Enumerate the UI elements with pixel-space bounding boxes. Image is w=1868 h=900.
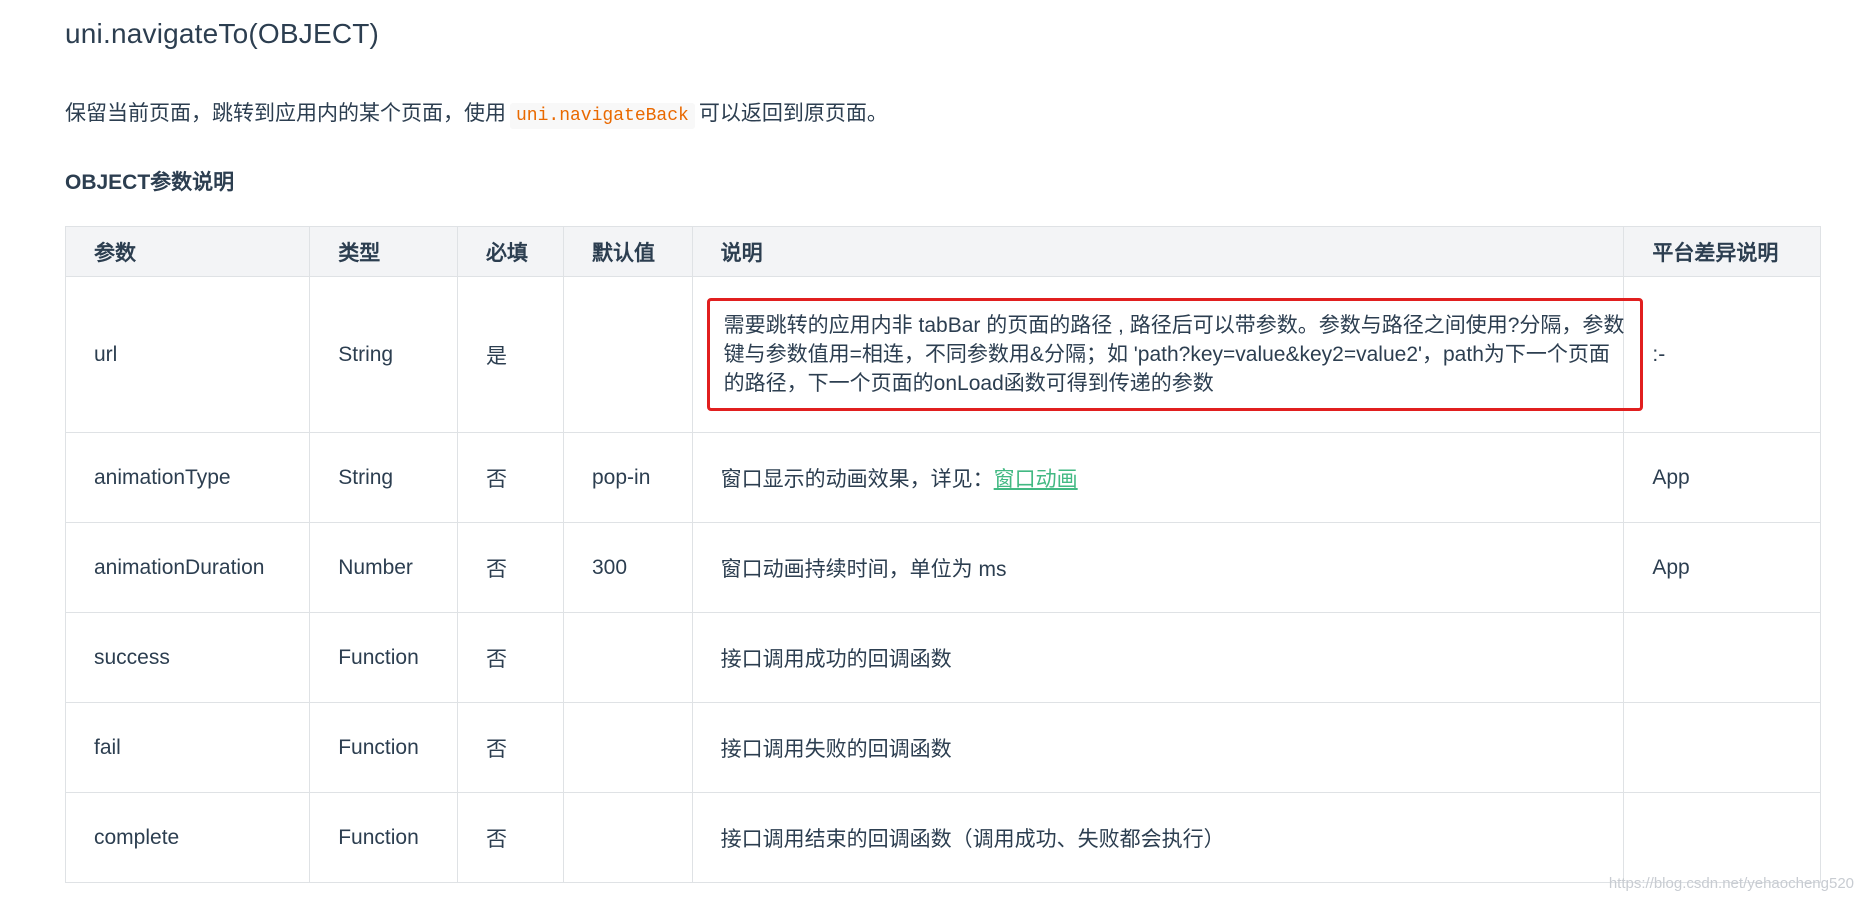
table-row: success Function 否 接口调用成功的回调函数: [64, 612, 1821, 703]
header-param: 参数: [64, 226, 311, 277]
cell-description: 接口调用结束的回调函数（调用成功、失败都会执行）: [691, 792, 1625, 883]
table-row: fail Function 否 接口调用失败的回调函数: [64, 702, 1821, 793]
cell-description: 窗口显示的动画效果，详见：窗口动画: [691, 432, 1625, 523]
header-platform: 平台差异说明: [1623, 226, 1821, 277]
cell-default: [563, 792, 693, 883]
cell-type: String: [309, 432, 458, 523]
header-description: 说明: [691, 226, 1625, 277]
cell-param: animationType: [64, 432, 311, 523]
cell-default: [563, 702, 693, 793]
cell-param: success: [64, 612, 311, 703]
cell-param: animationDuration: [64, 522, 311, 613]
cell-required: 否: [456, 612, 565, 703]
cell-description: 接口调用成功的回调函数: [691, 612, 1625, 703]
cell-default: pop-in: [563, 432, 693, 523]
intro-paragraph: 保留当前页面，跳转到应用内的某个页面，使用 uni.navigateBack 可以返…: [65, 98, 888, 132]
watermark: https://blog.csdn.net/yehaocheng520: [1608, 875, 1854, 892]
cell-type: Function: [309, 612, 458, 703]
cell-default: [563, 276, 693, 433]
params-table: 参数 类型 必填 默认值 说明 平台差异说明 url String 是 需要跳转…: [64, 226, 1821, 883]
cell-type: Function: [309, 702, 458, 793]
cell-description: 接口调用失败的回调函数: [691, 702, 1625, 793]
table-header-row: 参数 类型 必填 默认值 说明 平台差异说明: [64, 226, 1821, 277]
header-type: 类型: [309, 226, 458, 277]
highlighted-description: 需要跳转的应用内非 tabBar 的页面的路径 , 路径后可以带参数。参数与路径…: [706, 298, 1643, 411]
cell-platform: :-: [1623, 276, 1821, 433]
cell-param: url: [64, 276, 311, 433]
cell-param: complete: [64, 792, 311, 883]
cell-default: 300: [563, 522, 693, 613]
table-row: animationDuration Number 否 300 窗口动画持续时间，…: [64, 522, 1821, 613]
description-text: 窗口显示的动画效果，详见：: [720, 467, 994, 491]
cell-platform: App: [1623, 522, 1821, 613]
cell-type: String: [309, 276, 458, 433]
section-title: OBJECT参数说明: [65, 171, 235, 194]
window-animation-link[interactable]: 窗口动画: [994, 468, 1078, 491]
cell-platform: [1623, 702, 1821, 793]
inline-code-navigateBack: uni.navigateBack: [510, 103, 695, 129]
cell-param: fail: [64, 702, 311, 793]
cell-required: 否: [456, 522, 565, 613]
cell-platform: [1623, 612, 1821, 703]
cell-required: 否: [456, 792, 565, 883]
cell-required: 否: [456, 432, 565, 523]
intro-text-before: 保留当前页面，跳转到应用内的某个页面，使用: [65, 102, 506, 125]
cell-type: Number: [309, 522, 458, 613]
cell-default: [563, 612, 693, 703]
table-row: complete Function 否 接口调用结束的回调函数（调用成功、失败都…: [64, 792, 1821, 883]
header-required: 必填: [456, 226, 565, 277]
cell-description: 窗口动画持续时间，单位为 ms: [691, 522, 1625, 613]
header-default: 默认值: [563, 226, 693, 277]
cell-required: 否: [456, 702, 565, 793]
cell-required: 是: [456, 276, 565, 433]
cell-description: 需要跳转的应用内非 tabBar 的页面的路径 , 路径后可以带参数。参数与路径…: [691, 276, 1643, 433]
cell-type: Function: [309, 792, 458, 883]
intro-text-after: 可以返回到原页面。: [698, 102, 888, 125]
cell-platform: App: [1623, 432, 1821, 523]
table-row: url String 是 需要跳转的应用内非 tabBar 的页面的路径 , 路…: [64, 276, 1821, 433]
table-row: animationType String 否 pop-in 窗口显示的动画效果，…: [64, 432, 1821, 523]
api-title: uni.navigateTo(OBJECT): [65, 18, 380, 49]
cell-platform: [1623, 792, 1821, 883]
